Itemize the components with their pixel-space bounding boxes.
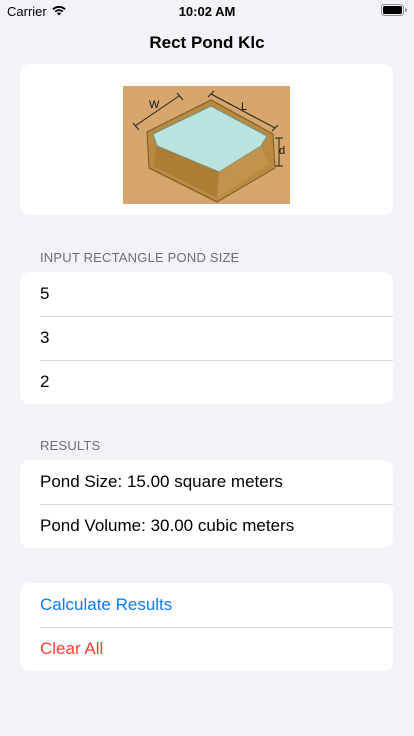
- rectangle-pond-diagram: W L d: [123, 86, 290, 204]
- length-value: 5: [40, 284, 50, 303]
- clear-all-button[interactable]: Clear All: [20, 627, 393, 671]
- actions-group: Calculate Results Clear All: [20, 583, 393, 671]
- results-section-header: RESULTS: [40, 438, 101, 453]
- width-value: 3: [40, 328, 50, 347]
- clear-all-label: Clear All: [40, 639, 104, 658]
- pond-size-text: Pond Size: 15.00 square meters: [40, 472, 283, 491]
- page-title: Rect Pond Klc: [149, 33, 265, 52]
- pond-volume-text: Pond Volume: 30.00 cubic meters: [40, 516, 295, 535]
- pond-volume-row: Pond Volume: 30.00 cubic meters: [20, 504, 393, 548]
- calculate-results-label: Calculate Results: [40, 595, 173, 614]
- input-section-header: INPUT RECTANGLE POND SIZE: [40, 250, 240, 265]
- status-bar: Carrier 10:02 AM: [0, 0, 414, 22]
- pond-size-row: Pond Size: 15.00 square meters: [20, 460, 393, 504]
- battery-icon: [381, 4, 407, 19]
- width-field[interactable]: 3: [20, 316, 393, 360]
- depth-field[interactable]: 2: [20, 360, 393, 404]
- length-label: L: [241, 101, 247, 113]
- calculate-results-button[interactable]: Calculate Results: [20, 583, 393, 627]
- results-group: Pond Size: 15.00 square meters Pond Volu…: [20, 460, 393, 548]
- width-label: W: [149, 99, 160, 111]
- depth-value: 2: [40, 372, 50, 391]
- clock: 10:02 AM: [178, 4, 236, 19]
- length-field[interactable]: 5: [20, 272, 393, 316]
- depth-label: d: [279, 145, 285, 157]
- pond-diagram-card: W L d: [20, 64, 393, 215]
- input-group: 5 3 2: [20, 272, 393, 404]
